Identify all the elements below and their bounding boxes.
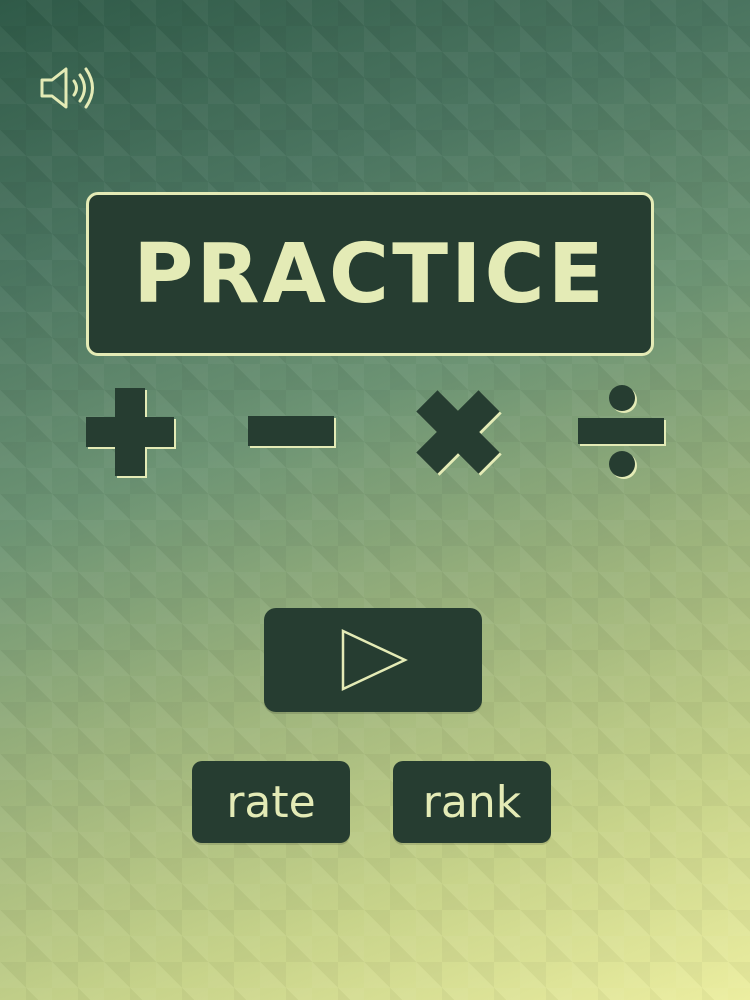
operation-subtract-button[interactable] — [244, 384, 340, 480]
minus-icon — [248, 416, 336, 448]
operation-multiply-button[interactable] — [410, 384, 506, 480]
title-banner: PRACTICE — [86, 192, 654, 356]
background-pattern — [0, 0, 750, 1000]
play-icon — [341, 629, 408, 691]
speaker-icon — [40, 67, 94, 109]
page-title: PRACTICE — [133, 226, 607, 322]
rank-button-label: rank — [422, 776, 522, 828]
rate-button[interactable]: rate — [192, 761, 350, 843]
operation-divide-button[interactable] — [574, 384, 670, 480]
rate-button-label: rate — [226, 776, 316, 828]
multiply-icon — [416, 390, 502, 476]
plus-icon — [86, 388, 176, 478]
rank-button[interactable]: rank — [393, 761, 551, 843]
divide-icon — [578, 385, 666, 479]
sound-toggle-button[interactable] — [38, 62, 100, 114]
operation-add-button[interactable] — [82, 384, 178, 480]
play-button[interactable] — [264, 608, 482, 712]
